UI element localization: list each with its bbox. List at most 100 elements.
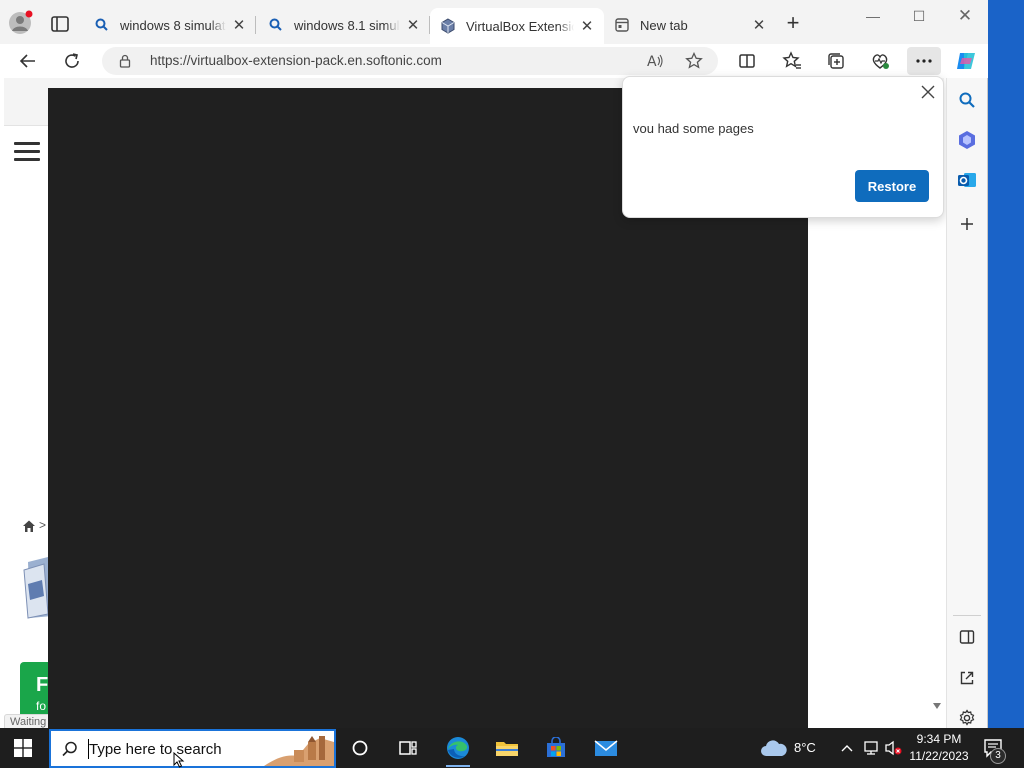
sidebar-copilot-button[interactable] xyxy=(955,128,979,152)
split-screen-button[interactable] xyxy=(735,49,759,73)
close-tab-icon[interactable]: ✕ xyxy=(404,16,422,34)
outlook-icon xyxy=(958,173,976,187)
tab-bar: windows 8 simulator ✕ windows 8.1 simula… xyxy=(0,0,988,44)
sidebar-add-button[interactable] xyxy=(955,212,979,236)
restore-pages-popup: vou had some pages Restore xyxy=(622,76,944,218)
favorites-icon xyxy=(782,51,801,69)
close-window-icon[interactable]: ✕ xyxy=(950,6,980,26)
url-text[interactable]: https://virtualbox-extension-pack.en.sof… xyxy=(150,53,442,68)
store-icon xyxy=(547,737,565,757)
restore-message: vou had some pages xyxy=(633,121,754,136)
folder-icon xyxy=(496,742,518,756)
copilot-icon xyxy=(957,53,975,69)
clock-time: 9:34 PM xyxy=(916,732,962,746)
taskbar-mail-button[interactable] xyxy=(592,734,620,762)
tab-actions-icon[interactable] xyxy=(48,13,72,35)
sidebar-hide-button[interactable] xyxy=(955,625,979,649)
mouse-cursor-icon xyxy=(173,752,185,768)
taskbar-file-explorer-button[interactable] xyxy=(493,734,521,762)
read-aloud-icon[interactable]: A xyxy=(646,52,664,70)
network-icon xyxy=(864,741,878,755)
address-bar[interactable]: https://virtualbox-extension-pack.en.sof… xyxy=(102,47,718,75)
sidebar-search-button[interactable] xyxy=(955,88,979,112)
maximize-icon[interactable]: ☐ xyxy=(904,6,934,26)
favorite-star-icon[interactable] xyxy=(685,52,703,70)
hamburger-menu-icon[interactable] xyxy=(14,142,40,162)
restore-button[interactable]: Restore xyxy=(855,170,929,202)
status-bar-text: Waiting xyxy=(4,714,53,728)
edge-sidebar xyxy=(946,78,987,728)
back-button[interactable] xyxy=(16,49,40,73)
cloud-weather-icon[interactable] xyxy=(760,739,788,757)
sidebar-panel-icon xyxy=(959,630,975,644)
tab-new-tab[interactable]: New tab ✕ xyxy=(604,8,776,42)
search-icon xyxy=(269,18,282,31)
back-arrow-icon xyxy=(19,54,35,68)
more-dots-icon xyxy=(916,59,932,63)
taskbar-edge-button[interactable] xyxy=(444,734,472,767)
sidebar-outlook-button[interactable] xyxy=(955,168,979,192)
sidebar-settings-button[interactable] xyxy=(955,706,979,730)
settings-and-more-button[interactable] xyxy=(907,47,941,75)
edge-icon xyxy=(447,737,469,759)
sidebar-external-link-button[interactable] xyxy=(955,666,979,690)
hexagon-app-icon xyxy=(959,131,975,149)
refresh-icon xyxy=(65,53,79,68)
home-icon[interactable] xyxy=(22,519,36,533)
tab-windows-8-simulator[interactable]: windows 8 simulator ✕ xyxy=(84,8,256,42)
tab-title: New tab xyxy=(640,17,688,33)
edge-browser-window: windows 8 simulator ✕ windows 8.1 simula… xyxy=(0,0,988,733)
close-popup-icon[interactable] xyxy=(919,83,937,101)
notification-count-badge: 3 xyxy=(990,748,1006,764)
mail-icon xyxy=(594,740,618,756)
newtab-icon xyxy=(615,18,629,32)
task-view-button[interactable] xyxy=(394,734,422,762)
external-link-icon xyxy=(960,671,974,685)
lock-icon[interactable] xyxy=(118,54,132,68)
new-tab-plus-icon[interactable]: + xyxy=(782,12,804,35)
collections-button[interactable] xyxy=(824,49,848,73)
virtualbox-icon xyxy=(441,18,455,34)
gear-icon xyxy=(959,709,975,726)
tab-title: VirtualBox Extension Pack xyxy=(466,18,574,34)
close-tab-icon[interactable]: ✕ xyxy=(230,16,248,34)
split-screen-icon xyxy=(739,54,755,68)
browser-essentials-button[interactable] xyxy=(868,49,892,73)
volume-button[interactable] xyxy=(884,739,902,757)
search-icon xyxy=(959,92,975,108)
favorites-button[interactable] xyxy=(780,49,804,73)
cortana-circle-icon xyxy=(352,740,368,756)
download-button-label: F xyxy=(36,674,49,696)
breadcrumb-separator: > xyxy=(39,518,47,532)
task-view-icon xyxy=(399,741,417,755)
network-status-button[interactable] xyxy=(862,739,880,757)
plus-icon xyxy=(961,218,973,230)
clock-date: 11/22/2023 xyxy=(909,749,969,763)
weather-temperature[interactable]: 8°C xyxy=(794,740,816,755)
close-tab-icon[interactable]: ✕ xyxy=(578,17,596,35)
search-icon xyxy=(95,18,108,31)
windows-start-icon[interactable] xyxy=(14,739,32,757)
cortana-button[interactable] xyxy=(346,734,374,762)
chevron-up-icon xyxy=(841,745,853,752)
tab-virtualbox-extension-pack[interactable]: VirtualBox Extension Pack ✕ xyxy=(430,8,604,44)
close-tab-icon[interactable]: ✕ xyxy=(750,16,768,34)
tab-title: windows 8 simulator xyxy=(120,17,226,33)
search-icon xyxy=(62,741,77,757)
tab-windows-8-1-simulator[interactable]: windows 8.1 simulator ✕ xyxy=(258,8,430,42)
show-hidden-icons-button[interactable] xyxy=(838,739,856,757)
navigation-bar: https://virtualbox-extension-pack.en.sof… xyxy=(0,44,988,78)
refresh-button[interactable] xyxy=(60,49,84,73)
scroll-down-arrow-icon[interactable] xyxy=(932,702,942,710)
volume-muted-icon xyxy=(885,740,902,756)
browser-essentials-icon xyxy=(872,54,889,69)
taskbar-search-box[interactable]: Type here to search xyxy=(49,729,336,768)
profile-avatar-icon[interactable] xyxy=(8,10,34,36)
search-placeholder[interactable]: Type here to search xyxy=(89,741,222,758)
sidebar-divider xyxy=(953,615,981,616)
taskbar-store-button[interactable] xyxy=(542,734,570,762)
collections-icon xyxy=(828,53,844,69)
taskbar-clock[interactable]: 9:34 PM 11/22/2023 xyxy=(906,731,972,765)
minimize-icon[interactable]: — xyxy=(858,6,888,26)
copilot-button[interactable] xyxy=(953,48,979,74)
